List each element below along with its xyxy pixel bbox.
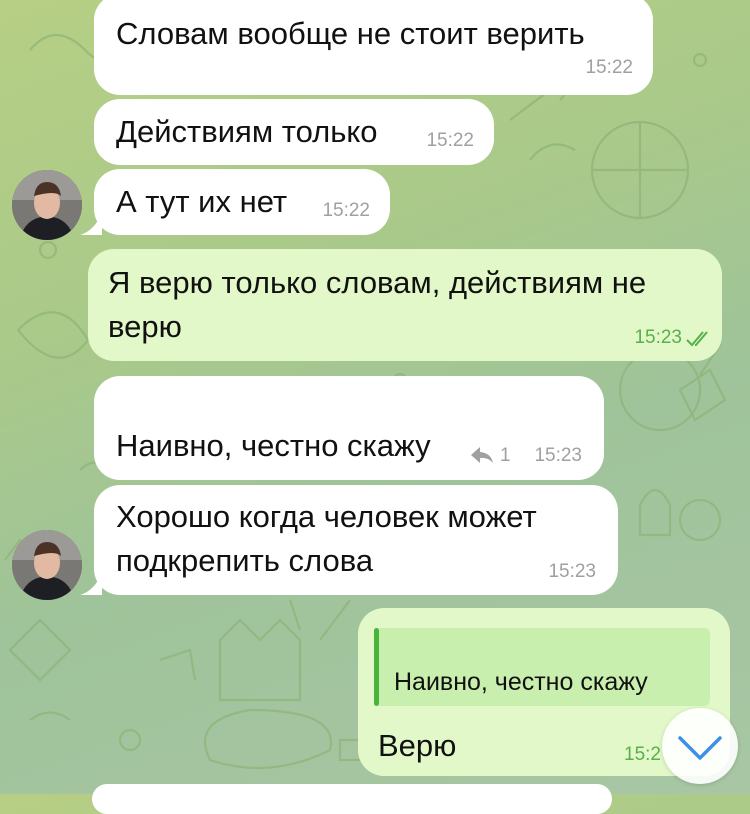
double-check-icon [686,331,708,347]
incoming-message-partial[interactable] [92,784,612,814]
outgoing-message[interactable]: Я верю только словам, действиям не верю … [88,249,722,361]
message-time: 15:22 [322,200,370,221]
reply-count[interactable]: 1 [500,445,511,467]
message-text: Верю [378,728,457,763]
message-time: 15:23 [634,327,682,348]
message-time: 15:22 [426,130,474,151]
avatar[interactable] [12,170,82,240]
incoming-message[interactable]: Наивно, честно скажу 1 15:23 [94,376,604,480]
message-text: Словам вообще не стоит верить [116,16,585,51]
user-photo-icon [12,170,82,240]
message-text: Действиям только [116,114,378,149]
message-time: 15:23 [534,445,582,466]
avatar[interactable] [12,530,82,600]
incoming-message[interactable]: Действиям только 15:22 [94,99,494,165]
message-text: Наивно, честно скажу [116,428,431,463]
chevron-down-icon [678,736,722,760]
user-photo-icon [12,530,82,600]
incoming-message[interactable]: Словам вообще не стоит верить 15:22 [94,0,653,95]
message-text-line-1: Хорошо когда человек может [116,499,537,534]
quote-accent-bar [374,628,379,706]
reply-arrow-icon[interactable] [470,446,494,464]
bubble-tail [80,573,102,595]
message-text-line-1: Я верю только словам, действиям не [108,265,647,300]
message-text-line-2: подкрепить слова [116,543,374,578]
incoming-message[interactable]: Хорошо когда человек может подкрепить сл… [94,485,618,595]
message-text-line-2: верю [108,309,182,344]
bubble-tail [80,213,102,235]
message-time: 15:22 [585,57,633,78]
message-text: А тут их нет [116,184,288,219]
quoted-text: Наивно, честно скажу [394,668,648,696]
scroll-down-button[interactable] [662,708,738,784]
message-time: 15:2 [624,744,661,765]
incoming-message[interactable]: А тут их нет 15:22 [94,169,390,235]
quoted-message[interactable]: Наивно, честно скажу [374,628,710,706]
message-time: 15:23 [548,561,596,582]
